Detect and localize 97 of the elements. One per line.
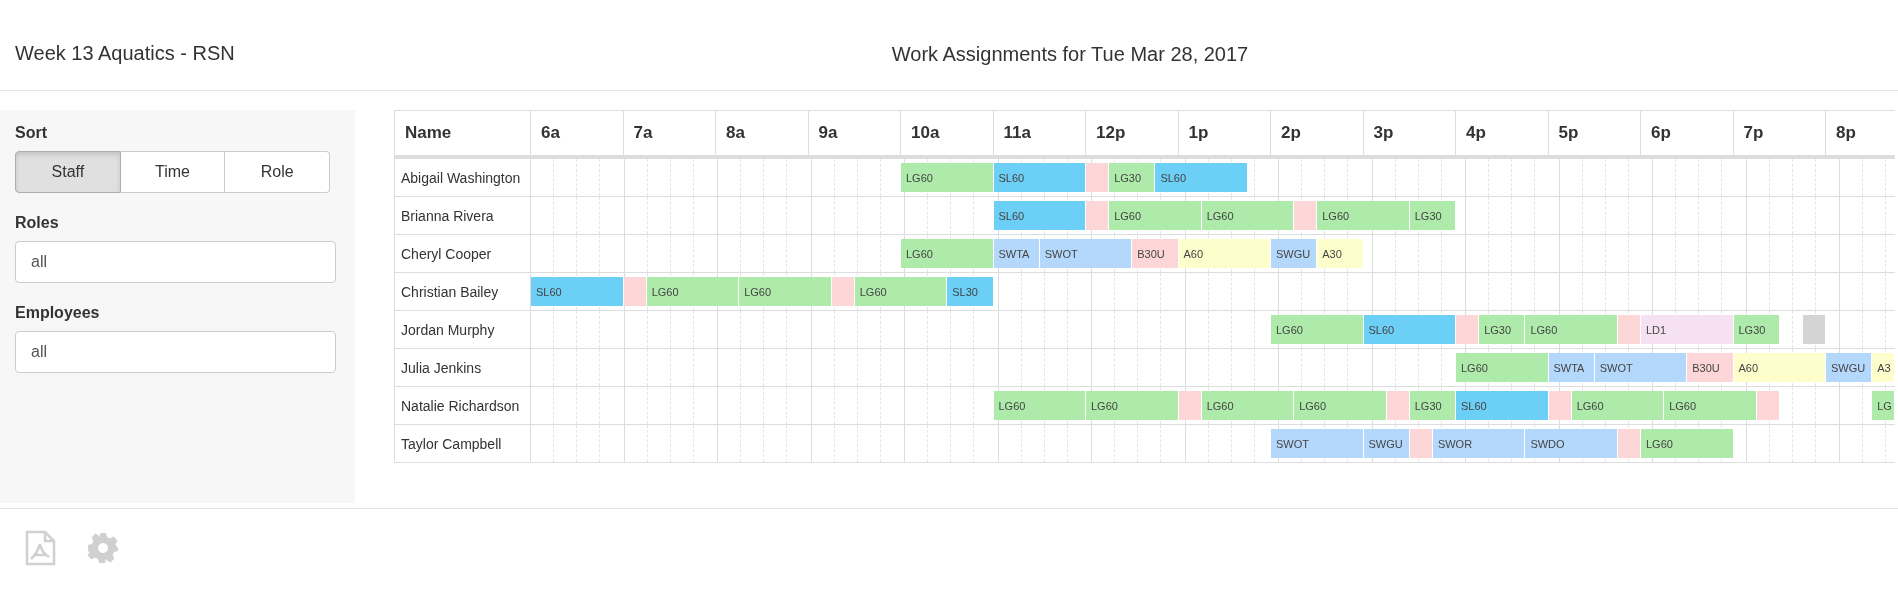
assignment-block[interactable]: LG60 bbox=[901, 163, 993, 192]
sort-button[interactable]: Time bbox=[120, 151, 226, 193]
sort-label: Sort bbox=[15, 124, 47, 142]
assignment-block[interactable]: A60 bbox=[1178, 239, 1270, 268]
assignment-block[interactable]: LG30 bbox=[1109, 163, 1155, 192]
assignment-block[interactable]: LG60 bbox=[1456, 353, 1548, 382]
assignment-block[interactable]: A60 bbox=[1733, 353, 1825, 382]
assignment-block[interactable]: LG30 bbox=[1409, 391, 1455, 420]
column-header: Name bbox=[405, 123, 452, 143]
page-subtitle: Work Assignments for Tue Mar 28, 2017 bbox=[891, 42, 1249, 65]
break-block[interactable] bbox=[1802, 315, 1825, 344]
assignment-block[interactable]: LG60 bbox=[901, 239, 993, 268]
assignment-block[interactable]: LG60 bbox=[1086, 391, 1178, 420]
assignment-block[interactable]: LG60 bbox=[1641, 429, 1733, 458]
assignment-block[interactable]: SL30 bbox=[947, 277, 993, 306]
hour-header: 6a bbox=[541, 123, 560, 143]
assignment-block[interactable]: SL60 bbox=[1155, 163, 1247, 192]
assignment-block[interactable]: LG60 bbox=[1571, 391, 1664, 420]
assignment-block[interactable]: LG60 bbox=[1525, 315, 1617, 344]
staff-name: Brianna Rivera bbox=[395, 197, 531, 234]
assignment-block[interactable]: LG60 bbox=[1109, 201, 1201, 230]
assignment-block[interactable]: B30U bbox=[1687, 353, 1733, 382]
assignment-block[interactable]: LG60 bbox=[854, 277, 947, 306]
assignment-block[interactable]: SL60 bbox=[531, 277, 623, 306]
break-block[interactable] bbox=[1294, 201, 1317, 230]
filter-field[interactable]: all bbox=[15, 241, 336, 283]
staff-name: Abigail Washington bbox=[395, 159, 531, 196]
hour-header: 4p bbox=[1466, 123, 1486, 143]
assignment-block[interactable]: A3 bbox=[1872, 353, 1895, 382]
break-block[interactable] bbox=[1386, 391, 1409, 420]
assignment-block[interactable]: LG60 bbox=[646, 277, 739, 306]
page-title: Week 13 Aquatics - RSN bbox=[14, 40, 235, 64]
assignment-block[interactable]: B30U bbox=[1132, 239, 1178, 268]
hour-header: 1p bbox=[1188, 123, 1209, 143]
break-block[interactable] bbox=[1617, 429, 1640, 458]
hour-header: 5p bbox=[1558, 123, 1579, 143]
assignment-block[interactable]: LG30 bbox=[1479, 315, 1525, 344]
hour-header: 7p bbox=[1743, 123, 1764, 143]
assignment-block[interactable]: SWGU bbox=[1363, 429, 1409, 458]
staff-name: Julia Jenkins bbox=[395, 349, 531, 386]
staff-name: Natalie Richardson bbox=[395, 387, 531, 424]
assignment-block[interactable]: LG60 bbox=[1201, 391, 1294, 420]
assignment-block[interactable]: LD1 bbox=[1641, 315, 1733, 344]
hour-header: 3p bbox=[1373, 123, 1394, 143]
assignment-block[interactable]: LG60 bbox=[1201, 201, 1294, 230]
assignment-block[interactable]: LG60 bbox=[1294, 391, 1386, 420]
hour-header: 10a bbox=[911, 123, 940, 143]
break-block[interactable] bbox=[1617, 315, 1640, 344]
hour-header: 6p bbox=[1651, 123, 1671, 143]
hour-header: 9a bbox=[818, 123, 838, 143]
assignment-block[interactable]: SL60 bbox=[1363, 315, 1455, 344]
assignment-block[interactable]: SWDO bbox=[1525, 429, 1617, 458]
break-block[interactable] bbox=[1178, 391, 1201, 420]
assignment-block[interactable]: A30 bbox=[1317, 239, 1363, 268]
filter-label: Employees bbox=[15, 304, 100, 322]
assignment-block[interactable]: SWOT bbox=[1039, 239, 1132, 268]
filter-field[interactable]: all bbox=[15, 331, 336, 373]
assignment-block[interactable]: SL60 bbox=[1456, 391, 1548, 420]
settings-icon[interactable] bbox=[87, 532, 119, 564]
break-block[interactable] bbox=[1409, 429, 1432, 458]
hour-header: 12p bbox=[1096, 123, 1126, 143]
assignment-block[interactable]: SWTA bbox=[993, 239, 1039, 268]
assignment-block[interactable]: LG30 bbox=[1409, 201, 1455, 230]
assignment-block[interactable]: LG bbox=[1872, 391, 1895, 420]
assignment-block[interactable]: SWOT bbox=[1271, 429, 1363, 458]
hour-header: 11a bbox=[1003, 123, 1031, 143]
assignment-block[interactable]: SWOR bbox=[1432, 429, 1525, 458]
staff-name: Cheryl Cooper bbox=[395, 235, 531, 272]
assignment-block[interactable]: SL60 bbox=[993, 201, 1085, 230]
hour-header: 8p bbox=[1836, 123, 1856, 143]
assignment-block[interactable]: SWGU bbox=[1271, 239, 1317, 268]
break-block[interactable] bbox=[623, 277, 646, 306]
assignment-block[interactable]: LG60 bbox=[1271, 315, 1363, 344]
assignment-block[interactable]: LG30 bbox=[1733, 315, 1779, 344]
assignment-block[interactable]: LG60 bbox=[1664, 391, 1756, 420]
assignment-block[interactable]: LG60 bbox=[993, 391, 1085, 420]
assignment-block[interactable]: SWOT bbox=[1594, 353, 1687, 382]
break-block[interactable] bbox=[1756, 391, 1779, 420]
assignment-block[interactable]: SWGU bbox=[1826, 353, 1872, 382]
hour-header: 2p bbox=[1281, 123, 1301, 143]
hour-header: 8a bbox=[726, 123, 745, 143]
staff-name: Jordan Murphy bbox=[395, 311, 531, 348]
sort-button[interactable]: Role bbox=[225, 151, 330, 193]
assignment-block[interactable]: LG60 bbox=[739, 277, 831, 306]
hour-header: 7a bbox=[633, 123, 653, 143]
break-block[interactable] bbox=[831, 277, 854, 306]
pdf-icon[interactable] bbox=[25, 530, 56, 566]
assignment-block[interactable]: SL60 bbox=[993, 163, 1085, 192]
break-block[interactable] bbox=[1086, 201, 1109, 230]
assignment-block[interactable]: LG60 bbox=[1317, 201, 1409, 230]
break-block[interactable] bbox=[1456, 315, 1479, 344]
assignment-block[interactable]: SWTA bbox=[1548, 353, 1594, 382]
sort-button[interactable]: Staff bbox=[15, 151, 121, 193]
filter-label: Roles bbox=[15, 214, 59, 232]
staff-name: Taylor Campbell bbox=[395, 425, 531, 462]
break-block[interactable] bbox=[1086, 163, 1109, 192]
break-block[interactable] bbox=[1548, 391, 1571, 420]
